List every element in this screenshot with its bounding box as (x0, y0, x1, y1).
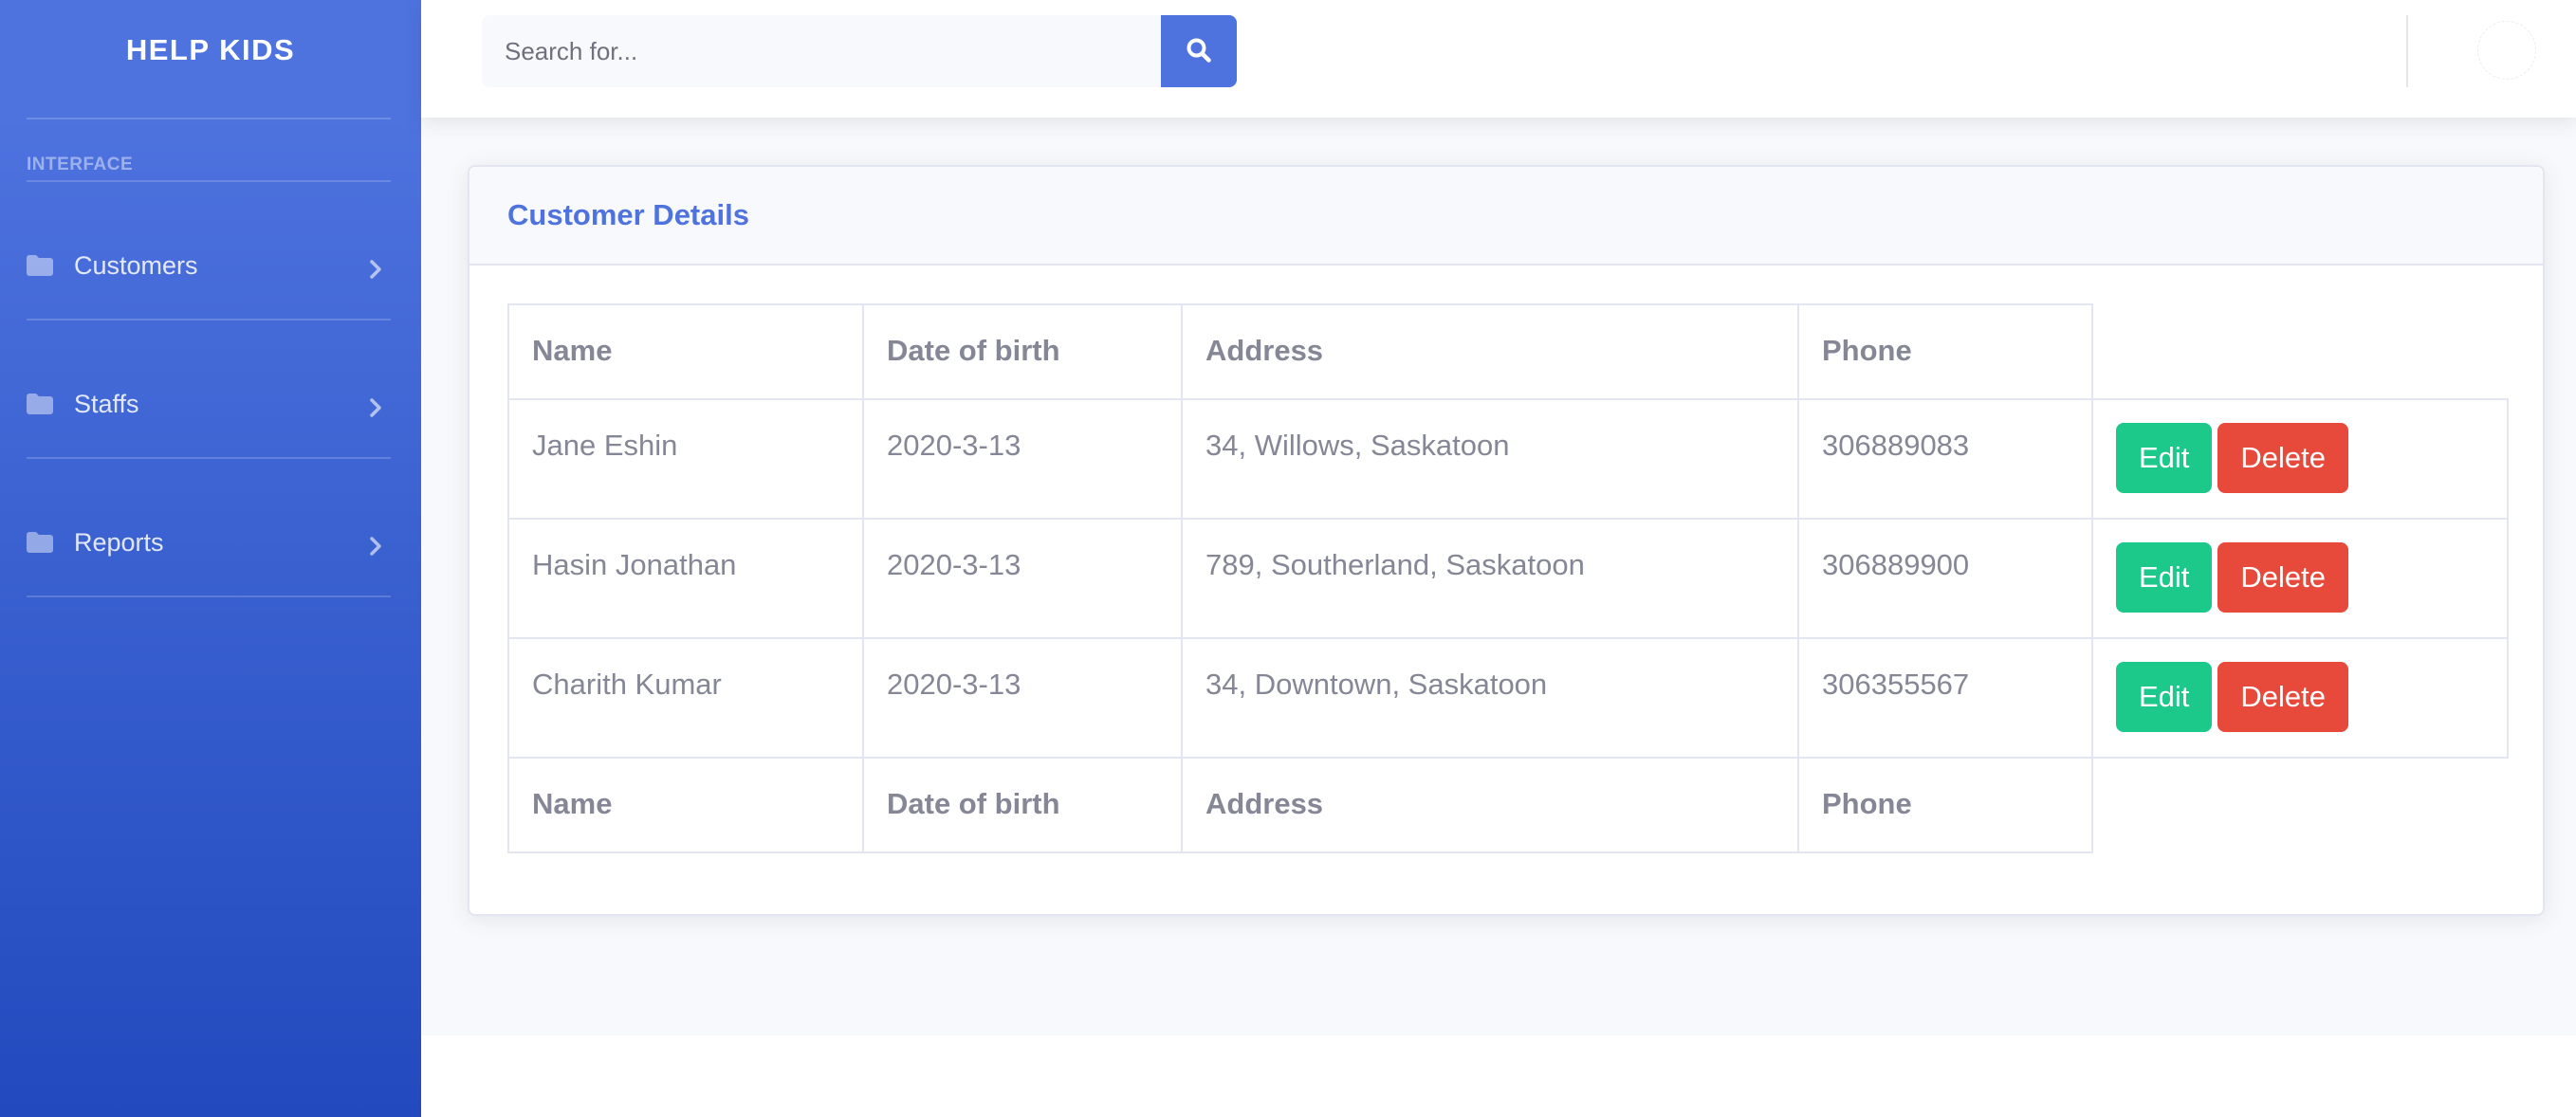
column-footer: Name (507, 757, 864, 853)
chevron-right-icon (366, 394, 385, 417)
column-header-actions (2092, 304, 2508, 399)
sidebar-divider (27, 118, 391, 119)
column-header: Date of birth (862, 303, 1183, 400)
table-row: Jane Eshin 2020-3-13 34, Willows, Saskat… (507, 398, 2509, 520)
cell-name: Hasin Jonathan (507, 518, 864, 639)
customer-table: Name Date of birth Address Phone Jane Es… (507, 303, 2509, 853)
sidebar-divider (27, 180, 391, 182)
sidebar: HELP KIDS INTERFACE Customers Staffs Rep… (0, 0, 421, 1117)
search-form (482, 15, 1237, 87)
cell-dob: 2020-3-13 (862, 637, 1183, 759)
cell-dob: 2020-3-13 (862, 518, 1183, 639)
cell-dob: 2020-3-13 (862, 398, 1183, 520)
search-input[interactable] (482, 15, 1162, 87)
sidebar-divider (27, 595, 391, 597)
column-footer: Date of birth (862, 757, 1183, 853)
delete-button[interactable]: Delete (2217, 542, 2349, 613)
edit-button[interactable]: Edit (2116, 542, 2213, 613)
column-footer-actions (2092, 758, 2508, 852)
search-button[interactable] (1161, 15, 1237, 87)
folder-icon (27, 255, 53, 276)
card-header: Customer Details (469, 167, 2543, 266)
main-content: Customer Details Name Date of birth Addr… (421, 118, 2576, 1035)
sidebar-item-label: Staffs (74, 389, 139, 418)
table-row: Hasin Jonathan 2020-3-13 789, Southerlan… (507, 518, 2509, 639)
cell-actions: Edit Delete (2091, 637, 2509, 759)
card-title: Customer Details (507, 198, 749, 231)
cell-name: Jane Eshin (507, 398, 864, 520)
sidebar-item-staffs[interactable]: Staffs (27, 366, 391, 442)
edit-button[interactable]: Edit (2116, 423, 2213, 493)
cell-actions: Edit Delete (2091, 518, 2509, 639)
chevron-right-icon (366, 533, 385, 556)
cell-actions: Edit Delete (2091, 398, 2509, 520)
cell-address: 34, Willows, Saskatoon (1181, 398, 1799, 520)
cell-name: Charith Kumar (507, 637, 864, 759)
table-footer-row: Name Date of birth Address Phone (507, 757, 2508, 853)
sidebar-item-customers[interactable]: Customers (27, 228, 391, 303)
edit-button[interactable]: Edit (2116, 662, 2213, 732)
brand-title[interactable]: HELP KIDS (0, 0, 421, 101)
cell-phone: 306355567 (1797, 637, 2093, 759)
sidebar-item-reports[interactable]: Reports (27, 504, 391, 580)
column-header: Phone (1797, 303, 2093, 400)
folder-icon (27, 532, 53, 553)
sidebar-divider (27, 457, 391, 459)
folder-icon (27, 394, 53, 414)
column-footer: Phone (1797, 757, 2093, 853)
cell-address: 789, Southerland, Saskatoon (1181, 518, 1799, 639)
column-footer: Address (1181, 757, 1799, 853)
search-icon (1186, 37, 1212, 66)
sidebar-item-label: Customers (74, 250, 198, 280)
topbar (421, 0, 2576, 118)
app-root: HELP KIDS INTERFACE Customers Staffs Rep… (0, 0, 2576, 1117)
cell-address: 34, Downtown, Saskatoon (1181, 637, 1799, 759)
column-header: Name (507, 303, 864, 400)
customer-card: Customer Details Name Date of birth Addr… (468, 165, 2545, 916)
column-header: Address (1181, 303, 1799, 400)
delete-button[interactable]: Delete (2217, 423, 2349, 493)
sidebar-divider (27, 319, 391, 320)
chevron-right-icon (366, 256, 385, 279)
delete-button[interactable]: Delete (2217, 662, 2349, 732)
cell-phone: 306889083 (1797, 398, 2093, 520)
topbar-divider (2406, 15, 2408, 87)
avatar[interactable] (2477, 21, 2536, 80)
table-header-row: Name Date of birth Address Phone (507, 303, 2508, 400)
table-row: Charith Kumar 2020-3-13 34, Downtown, Sa… (507, 637, 2509, 759)
cell-phone: 306889900 (1797, 518, 2093, 639)
sidebar-heading: INTERFACE (27, 155, 134, 174)
sidebar-item-label: Reports (74, 527, 164, 557)
